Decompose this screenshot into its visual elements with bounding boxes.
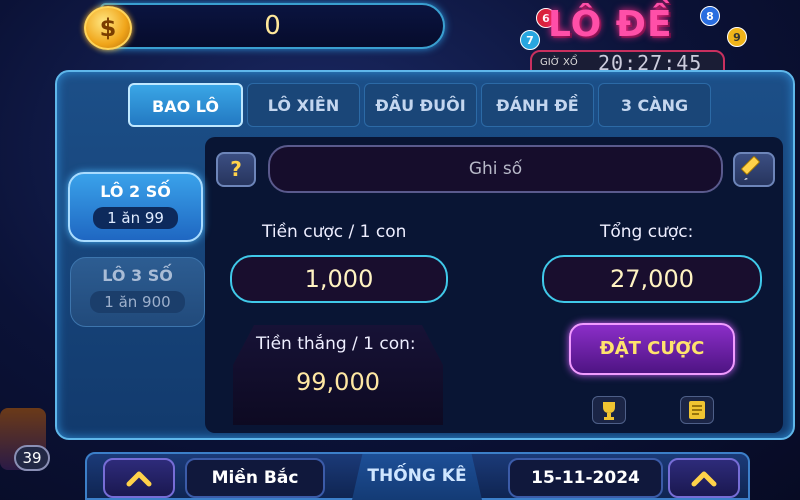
lottery-ball-icon: 8 xyxy=(700,6,720,26)
stats-button[interactable]: THỐNG KÊ xyxy=(352,454,482,500)
option-title: LÔ 3 SỐ xyxy=(102,266,173,285)
win-per-unit-label: Tiền thắng / 1 con: xyxy=(256,334,416,354)
region-selector[interactable]: Miền Bắc xyxy=(185,458,325,498)
game-title: LÔ ĐỀ xyxy=(548,4,673,45)
total-bet-field: 27,000 xyxy=(542,255,762,303)
expand-left-button[interactable] xyxy=(103,458,175,498)
history-button[interactable] xyxy=(680,396,714,424)
bet-per-unit-field[interactable]: 1,000 xyxy=(230,255,448,303)
bet-per-unit-label: Tiền cược / 1 con xyxy=(262,222,407,242)
lottery-ball-icon: 9 xyxy=(727,27,747,47)
draw-timer-label: GIỜ XỔ xyxy=(540,57,578,68)
tab-lo-xien[interactable]: LÔ XIÊN xyxy=(247,83,360,127)
chevron-up-icon xyxy=(691,471,717,487)
document-icon xyxy=(689,401,705,419)
win-per-unit-value: 99,000 xyxy=(296,368,380,396)
option-payout: 1 ăn 900 xyxy=(90,291,185,313)
help-button[interactable]: ? xyxy=(216,152,256,187)
tab-dau-duoi[interactable]: ĐẦU ĐUÔI xyxy=(364,83,477,127)
coin-balance-value: 0 xyxy=(264,11,281,41)
option-lo-3-so[interactable]: LÔ 3 SỐ 1 ăn 900 xyxy=(70,257,205,327)
pencil-icon xyxy=(741,156,760,180)
bet-type-tabs: BAO LÔ LÔ XIÊN ĐẦU ĐUÔI ĐÁNH ĐỀ 3 CÀNG xyxy=(128,83,711,127)
tab-bao-lo[interactable]: BAO LÔ xyxy=(128,83,243,127)
chevron-up-icon xyxy=(126,471,152,487)
trophy-icon xyxy=(603,402,615,420)
pencil-button[interactable] xyxy=(733,152,775,187)
date-selector[interactable]: 15-11-2024 xyxy=(508,458,663,498)
total-bet-label: Tổng cược: xyxy=(600,222,694,242)
place-bet-button[interactable]: ĐẶT CƯỢC xyxy=(569,323,735,375)
tab-3-cang[interactable]: 3 CÀNG xyxy=(598,83,711,127)
option-title: LÔ 2 SỐ xyxy=(100,182,171,201)
lottery-ball-icon: 7 xyxy=(520,30,540,50)
leaderboard-button[interactable] xyxy=(592,396,626,424)
expand-right-button[interactable] xyxy=(668,458,740,498)
notification-badge: 39 xyxy=(14,445,50,471)
option-lo-2-so[interactable]: LÔ 2 SỐ 1 ăn 99 xyxy=(68,172,203,242)
tab-danh-de[interactable]: ĐÁNH ĐỀ xyxy=(481,83,594,127)
option-payout: 1 ăn 99 xyxy=(93,207,178,229)
number-input-field[interactable]: Ghi số xyxy=(268,145,723,193)
coin-icon: $ xyxy=(84,6,132,50)
